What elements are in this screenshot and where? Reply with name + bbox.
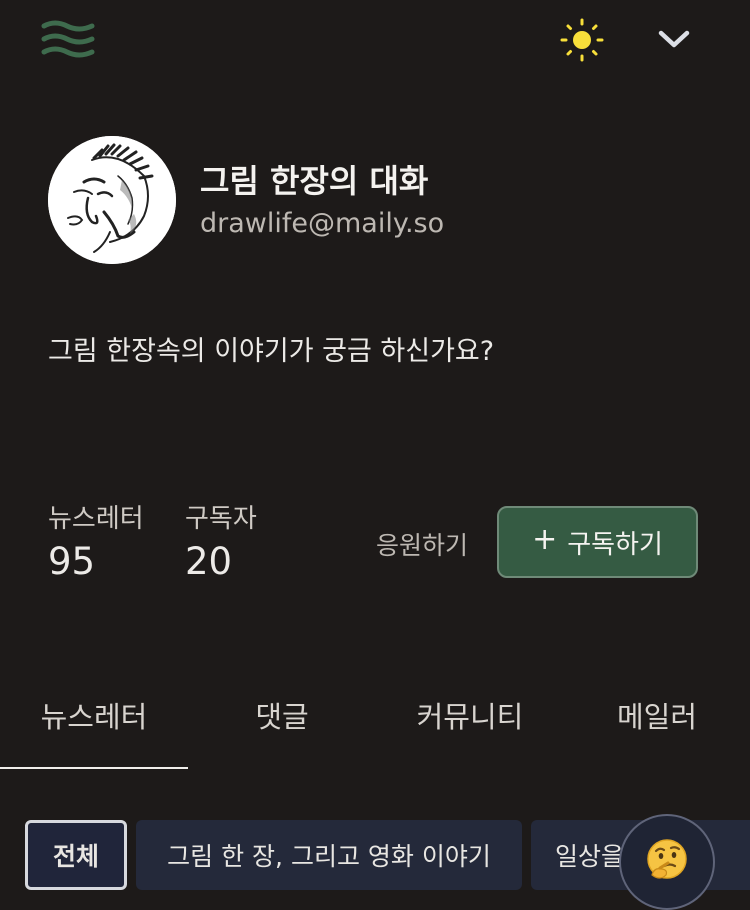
thinking-face-icon xyxy=(644,837,690,887)
tab-label: 메일러 xyxy=(616,700,698,734)
tab-label: 뉴스레터 xyxy=(40,700,148,734)
thinking-face-button[interactable] xyxy=(619,814,715,910)
chevron-down-icon[interactable] xyxy=(654,24,694,54)
active-tab-indicator xyxy=(0,767,188,769)
subscribe-button-label: 구독하기 xyxy=(567,529,663,560)
category-chip-all[interactable]: 전체 xyxy=(25,820,127,890)
tab-label: 댓글 xyxy=(255,700,309,734)
tab-newsletters[interactable]: 뉴스레터 xyxy=(0,694,188,770)
support-link[interactable]: 응원하기 xyxy=(376,526,468,562)
chip-label: 그림 한 장, 그리고 영화 이야기 xyxy=(167,842,491,871)
newsletter-email: drawlife@maily.so xyxy=(200,208,445,239)
wave-logo-icon[interactable] xyxy=(41,18,95,62)
tab-mailer[interactable]: 메일러 xyxy=(564,694,750,770)
newsletter-description: 그림 한장속의 이야기가 궁금 하신가요? xyxy=(48,336,495,367)
tab-label: 커뮤니티 xyxy=(416,700,524,734)
subscribers-count-label: 구독자 xyxy=(185,504,257,534)
profile-avatar xyxy=(48,136,176,264)
category-chip-painting-movie[interactable]: 그림 한 장, 그리고 영화 이야기 xyxy=(136,820,522,890)
subscribe-button[interactable]: + 구독하기 xyxy=(497,506,698,578)
tab-community[interactable]: 커뮤니티 xyxy=(376,694,564,770)
tab-comments[interactable]: 댓글 xyxy=(188,694,376,770)
newsletters-count-label: 뉴스레터 xyxy=(48,504,144,534)
sketch-face-avatar xyxy=(48,136,176,264)
sun-icon[interactable] xyxy=(560,18,604,62)
subscribers-count-value: 20 xyxy=(185,540,233,583)
plus-icon: + xyxy=(532,522,558,557)
newsletters-count-value: 95 xyxy=(48,540,96,583)
newsletter-title: 그림 한장의 대화 xyxy=(200,162,429,200)
chip-label: 전체 xyxy=(52,842,99,871)
